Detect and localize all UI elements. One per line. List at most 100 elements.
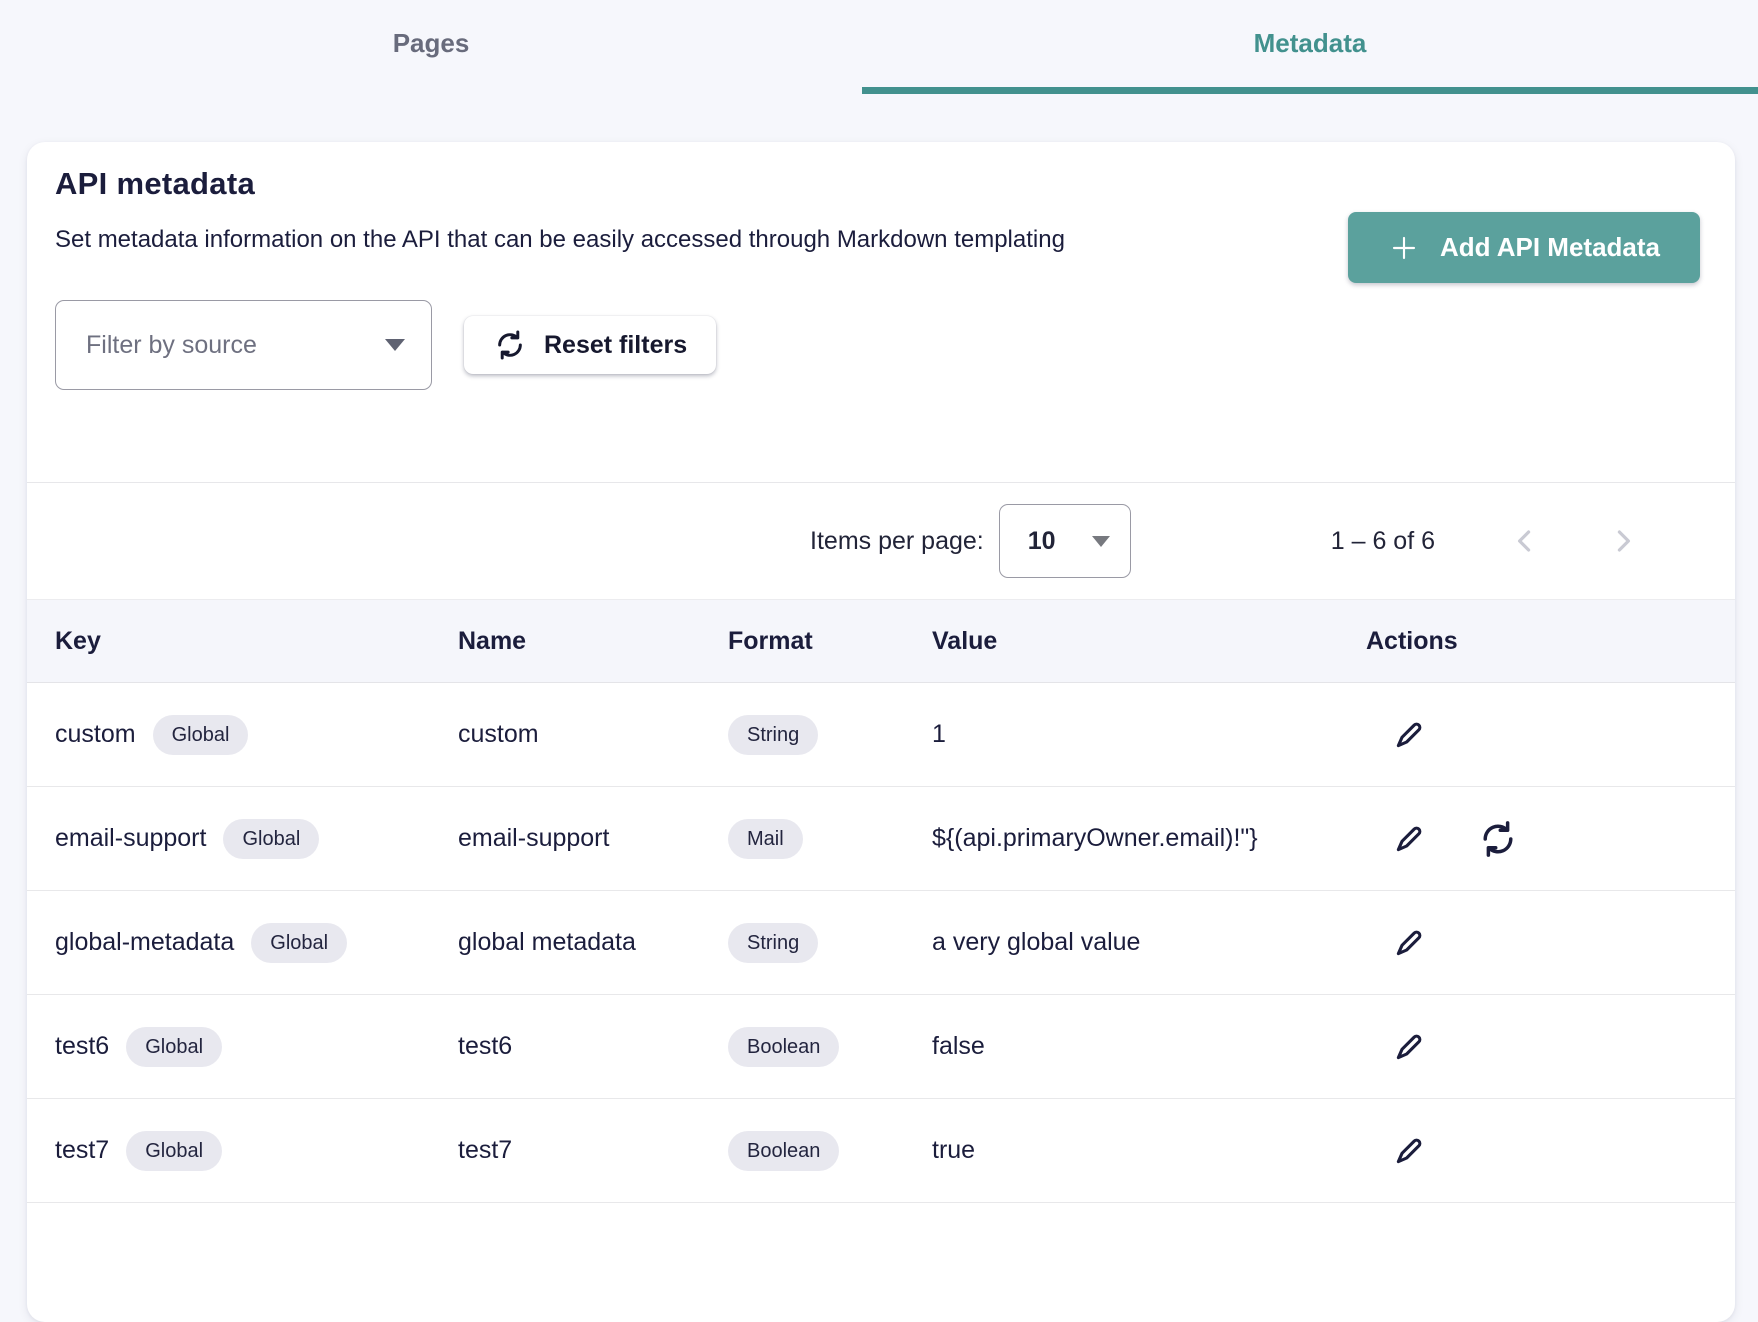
row-name-text: global metadata (458, 928, 636, 956)
format-cell: Boolean (728, 1131, 932, 1171)
pencil-icon (1387, 921, 1431, 965)
pencil-icon (1387, 817, 1431, 861)
actions-cell (1366, 1129, 1735, 1173)
row-key-text: email-support (55, 824, 206, 853)
refresh-icon (1477, 818, 1519, 860)
actions-cell (1366, 713, 1735, 757)
pencil-icon (1387, 713, 1431, 757)
format-cell: Boolean (728, 1027, 932, 1067)
format-cell: Mail (728, 819, 932, 859)
name-cell: test7 (458, 1136, 728, 1165)
next-page-button[interactable] (1599, 517, 1647, 565)
value-cell: a very global value (932, 928, 1366, 957)
tab-pages-label: Pages (393, 28, 470, 67)
actions-cell (1366, 921, 1735, 965)
filter-row: Filter by source Reset filters (55, 300, 1735, 390)
scope-badge: Global (223, 819, 319, 859)
add-api-metadata-button[interactable]: Add API Metadata (1348, 212, 1700, 283)
row-key-text: test6 (55, 1032, 109, 1061)
format-badge: Boolean (728, 1027, 839, 1067)
name-cell: global metadata (458, 928, 728, 957)
table-header: Key Name Format Value Actions (27, 599, 1735, 683)
name-cell: email-support (458, 824, 728, 853)
scope-badge: Global (251, 923, 347, 963)
chevron-down-icon (1092, 536, 1110, 547)
row-value-text: ${(api.primaryOwner.email)!"} (932, 824, 1258, 852)
page-title: API metadata (55, 166, 1700, 202)
tab-metadata[interactable]: Metadata (862, 0, 1758, 94)
edit-metadata-button[interactable] (1387, 817, 1431, 861)
format-badge: Mail (728, 819, 803, 859)
pencil-icon (1387, 1129, 1431, 1173)
reset-metadata-button[interactable] (1477, 817, 1521, 861)
add-api-metadata-label: Add API Metadata (1440, 232, 1660, 263)
format-badge: Boolean (728, 1131, 839, 1171)
tab-pages[interactable]: Pages (0, 0, 862, 94)
value-cell: ${(api.primaryOwner.email)!"} (932, 824, 1366, 853)
row-name-text: test7 (458, 1136, 512, 1164)
filter-by-source-placeholder: Filter by source (86, 331, 257, 360)
table-row: email-support Global email-support Mail … (27, 787, 1735, 891)
table-row: global-metadata Global global metadata S… (27, 891, 1735, 995)
scope-badge: Global (126, 1131, 222, 1171)
items-per-page-select[interactable]: 10 (999, 504, 1131, 578)
items-per-page-value: 10 (1028, 527, 1056, 556)
column-header-value: Value (932, 627, 1366, 656)
row-key-text: test7 (55, 1136, 109, 1165)
tab-bar: Pages Metadata (0, 0, 1758, 94)
refresh-icon (493, 328, 527, 362)
format-badge: String (728, 715, 818, 755)
key-cell: test7 Global (55, 1131, 458, 1171)
table-row: test7 Global test7 Boolean true (27, 1099, 1735, 1203)
filter-by-source-select[interactable]: Filter by source (55, 300, 432, 390)
table-body: custom Global custom String 1 email-sup (27, 683, 1735, 1203)
name-cell: test6 (458, 1032, 728, 1061)
format-badge: String (728, 923, 818, 963)
table-row: custom Global custom String 1 (27, 683, 1735, 787)
reset-filters-label: Reset filters (544, 331, 687, 360)
chevron-right-icon (1599, 517, 1647, 565)
key-cell: test6 Global (55, 1027, 458, 1067)
paginator: Items per page: 10 1 – 6 of 6 (27, 483, 1735, 599)
row-value-text: 1 (932, 720, 946, 748)
actions-cell (1366, 817, 1735, 861)
row-value-text: a very global value (932, 928, 1140, 956)
row-key-text: global-metadata (55, 928, 234, 957)
table-row: test6 Global test6 Boolean false (27, 995, 1735, 1099)
scope-badge: Global (126, 1027, 222, 1067)
pencil-icon (1387, 1025, 1431, 1069)
edit-metadata-button[interactable] (1387, 1129, 1431, 1173)
reset-filters-button[interactable]: Reset filters (464, 316, 716, 374)
value-cell: true (932, 1136, 1366, 1165)
items-per-page-label: Items per page: (810, 527, 984, 556)
row-value-text: false (932, 1032, 985, 1060)
format-cell: String (728, 715, 932, 755)
chevron-left-icon (1501, 517, 1549, 565)
row-name-text: custom (458, 720, 539, 748)
edit-metadata-button[interactable] (1387, 713, 1431, 757)
tab-metadata-label: Metadata (1254, 28, 1367, 67)
row-value-text: true (932, 1136, 975, 1164)
column-header-format: Format (728, 627, 932, 656)
key-cell: global-metadata Global (55, 923, 458, 963)
page-range-label: 1 – 6 of 6 (1331, 527, 1435, 556)
row-key-text: custom (55, 720, 136, 749)
chevron-down-icon (385, 339, 405, 351)
value-cell: 1 (932, 720, 1366, 749)
plus-icon (1388, 232, 1420, 264)
api-metadata-card: API metadata Set metadata information on… (27, 142, 1735, 1322)
row-name-text: email-support (458, 824, 609, 852)
actions-cell (1366, 1025, 1735, 1069)
column-header-key: Key (55, 627, 458, 656)
scope-badge: Global (153, 715, 249, 755)
name-cell: custom (458, 720, 728, 749)
row-name-text: test6 (458, 1032, 512, 1060)
format-cell: String (728, 923, 932, 963)
edit-metadata-button[interactable] (1387, 1025, 1431, 1069)
edit-metadata-button[interactable] (1387, 921, 1431, 965)
previous-page-button[interactable] (1501, 517, 1549, 565)
key-cell: email-support Global (55, 819, 458, 859)
key-cell: custom Global (55, 715, 458, 755)
value-cell: false (932, 1032, 1366, 1061)
column-header-name: Name (458, 627, 728, 656)
